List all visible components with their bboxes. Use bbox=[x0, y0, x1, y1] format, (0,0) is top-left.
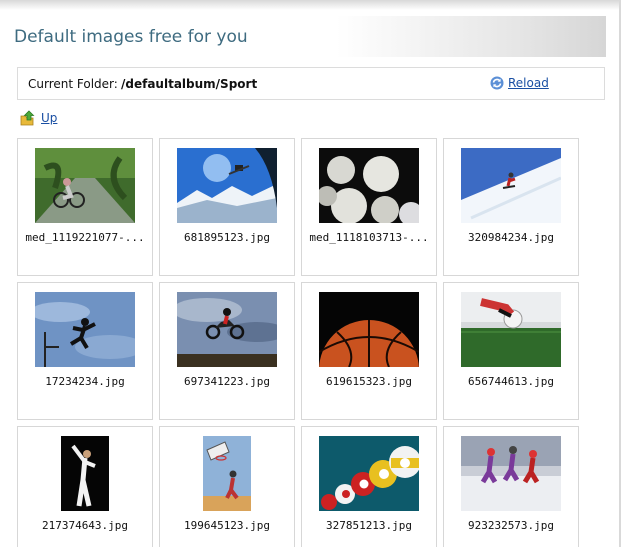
billiard-balls-thumbnail bbox=[319, 436, 419, 511]
image-tile[interactable]: 697341223.jpg bbox=[159, 282, 295, 420]
thumbnail bbox=[35, 148, 135, 223]
thumbnail bbox=[177, 436, 277, 511]
thumbnail bbox=[461, 292, 561, 367]
golf-balls-thumbnail bbox=[319, 148, 419, 223]
image-tile[interactable]: 17234234.jpg bbox=[17, 282, 153, 420]
reload-label: Reload bbox=[508, 76, 549, 90]
reload-icon bbox=[490, 76, 504, 90]
reload-link[interactable]: Reload bbox=[490, 76, 549, 90]
image-tile[interactable]: 681895123.jpg bbox=[159, 138, 295, 276]
image-filename: 619615323.jpg bbox=[325, 375, 413, 388]
ski-jumper-thumbnail bbox=[177, 148, 277, 223]
current-folder-path: /defaultalbum/Sport bbox=[121, 77, 258, 91]
image-filename: 656744613.jpg bbox=[467, 375, 555, 388]
image-filename: 681895123.jpg bbox=[183, 231, 271, 244]
top-shadow bbox=[0, 0, 621, 10]
thumbnail bbox=[177, 148, 277, 223]
image-filename: 199645123.jpg bbox=[183, 519, 271, 532]
image-tile[interactable]: 619615323.jpg bbox=[301, 282, 437, 420]
thumbnail bbox=[461, 148, 561, 223]
image-tile[interactable]: 656744613.jpg bbox=[443, 282, 579, 420]
image-filename: 217374643.jpg bbox=[41, 519, 129, 532]
basketball-thumbnail bbox=[319, 292, 419, 367]
image-tile[interactable]: med_1119221077-... bbox=[17, 138, 153, 276]
rugby-leap-thumbnail bbox=[35, 292, 135, 367]
page-title: Default images free for you bbox=[14, 27, 248, 47]
thumbnail bbox=[35, 436, 135, 511]
image-filename: 697341223.jpg bbox=[183, 375, 271, 388]
thumbnail bbox=[35, 292, 135, 367]
image-filename: 923232573.jpg bbox=[467, 519, 555, 532]
thumbnail bbox=[319, 148, 419, 223]
basketball-hoop-thumbnail bbox=[177, 436, 277, 511]
thumbnail bbox=[177, 292, 277, 367]
thumbnail bbox=[319, 292, 419, 367]
cyclist-thumbnail bbox=[35, 148, 135, 223]
page-header: Default images free for you bbox=[6, 16, 606, 57]
image-tile[interactable]: med_1118103713-... bbox=[301, 138, 437, 276]
current-folder-label: Current Folder: bbox=[28, 77, 118, 91]
thumbnail bbox=[461, 436, 561, 511]
image-tile[interactable]: 217374643.jpg bbox=[17, 426, 153, 547]
motocross-thumbnail bbox=[177, 292, 277, 367]
snowboarder-thumbnail bbox=[461, 148, 561, 223]
up-folder-link[interactable]: Up bbox=[20, 110, 57, 126]
image-tile[interactable]: 923232573.jpg bbox=[443, 426, 579, 547]
image-filename: med_1118103713-... bbox=[309, 231, 429, 244]
ice-hockey-thumbnail bbox=[461, 436, 561, 511]
image-tile[interactable]: 320984234.jpg bbox=[443, 138, 579, 276]
karate-thumbnail bbox=[35, 436, 135, 511]
thumbnail bbox=[319, 436, 419, 511]
image-grid: med_1119221077-... 681895123.jpg med_111… bbox=[17, 138, 587, 547]
image-filename: med_1119221077-... bbox=[25, 231, 145, 244]
current-folder-bar: Current Folder: /defaultalbum/Sport Relo… bbox=[17, 67, 605, 100]
image-tile[interactable]: 327851213.jpg bbox=[301, 426, 437, 547]
folder-up-icon bbox=[20, 110, 35, 126]
image-tile[interactable]: 199645123.jpg bbox=[159, 426, 295, 547]
up-label: Up bbox=[41, 111, 58, 125]
soccer-kick-thumbnail bbox=[461, 292, 561, 367]
image-filename: 17234234.jpg bbox=[45, 375, 125, 388]
image-filename: 327851213.jpg bbox=[325, 519, 413, 532]
image-filename: 320984234.jpg bbox=[467, 231, 555, 244]
